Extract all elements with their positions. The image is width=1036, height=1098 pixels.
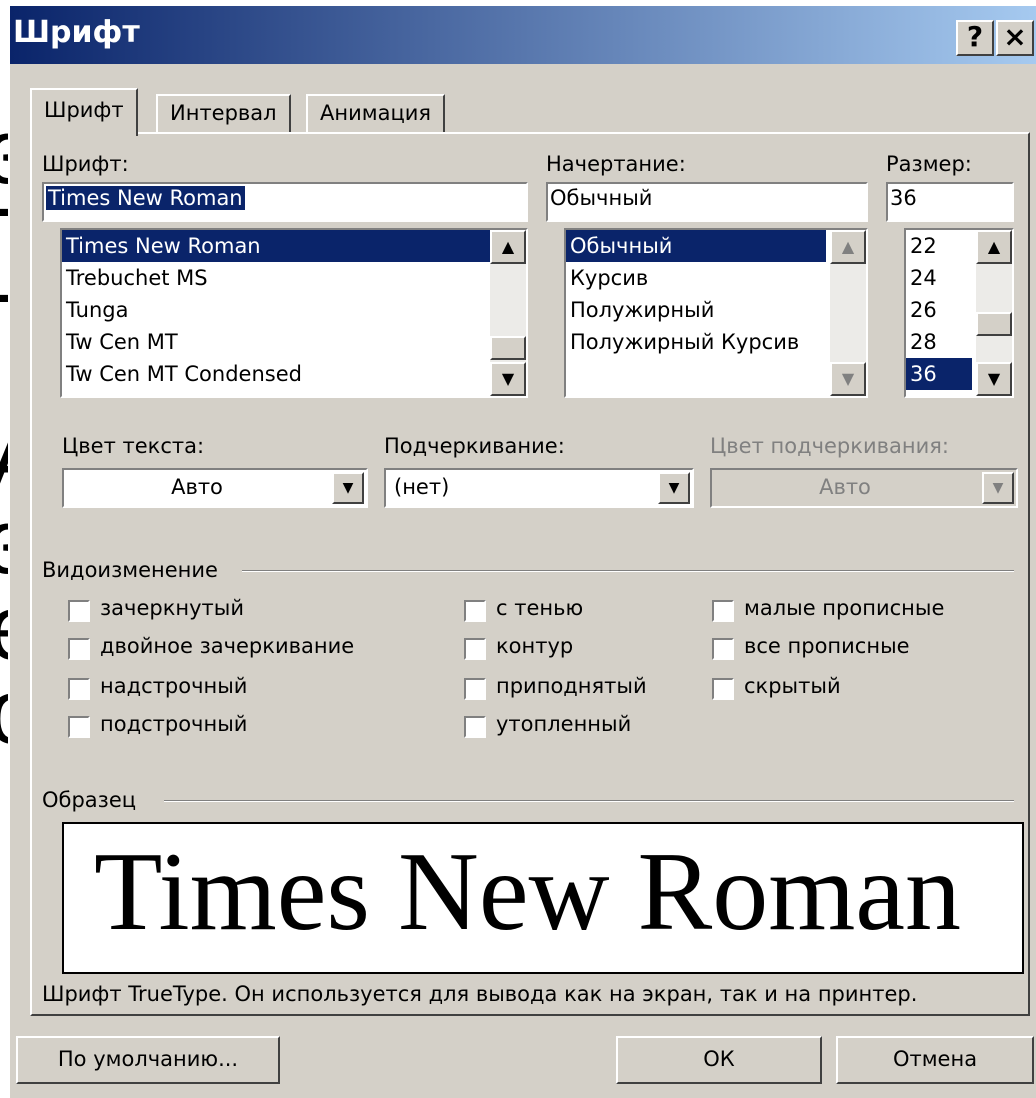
list-item[interactable]: Обычный [566, 230, 826, 262]
sample-title: Образец [42, 788, 137, 812]
tab-label: Анимация [320, 101, 432, 125]
strikethrough-label: зачеркнутый [100, 596, 244, 620]
hidden-label: скрытый [744, 674, 841, 698]
tab-label: Интервал [170, 101, 277, 125]
text-color-value: Авто [171, 475, 223, 499]
size-list[interactable]: 22 24 26 28 36 ▲ ▼ [904, 228, 1014, 398]
scroll-thumb[interactable] [976, 312, 1012, 336]
size-value: 36 [890, 186, 917, 210]
tab-label: Шрифт [44, 98, 124, 122]
font-label: Шрифт: [42, 152, 129, 176]
superscript-checkbox[interactable] [68, 678, 90, 700]
subscript-checkbox[interactable] [68, 716, 90, 738]
list-item[interactable]: Курсив [566, 262, 866, 294]
all-caps-label: все прописные [744, 634, 910, 658]
style-input[interactable]: Обычный [546, 182, 868, 222]
text-color-select[interactable]: Авто ▼ [62, 468, 368, 508]
list-item[interactable]: Tw Cen MT [62, 326, 526, 358]
double-strikethrough-checkbox[interactable] [68, 638, 90, 660]
hidden-checkbox[interactable] [712, 678, 734, 700]
superscript-label: надстрочный [100, 674, 248, 698]
text-color-label: Цвет текста: [62, 434, 205, 458]
list-item[interactable]: Полужирный Курсив [566, 326, 866, 358]
emboss-checkbox[interactable] [464, 678, 486, 700]
style-label: Начертание: [546, 152, 686, 176]
shadow-label: с тенью [496, 596, 584, 620]
list-item[interactable]: Полужирный [566, 294, 866, 326]
scroll-thumb[interactable] [490, 336, 526, 360]
underline-color-value: Авто [819, 475, 871, 499]
font-preview: Times New Roman [62, 822, 1024, 974]
chevron-down-icon[interactable]: ▼ [332, 472, 364, 504]
emboss-label: приподнятый [496, 674, 647, 698]
help-button[interactable]: ? [956, 20, 994, 56]
size-input[interactable]: 36 [886, 182, 1014, 222]
style-list-scrollbar: ▲ ▼ [830, 230, 866, 396]
engrave-checkbox[interactable] [464, 716, 486, 738]
title-bar[interactable]: Шрифт ? × [10, 6, 1036, 64]
small-caps-checkbox[interactable] [712, 600, 734, 622]
small-caps-label: малые прописные [744, 596, 945, 620]
outline-checkbox[interactable] [464, 638, 486, 660]
window-title: Шрифт [13, 15, 140, 50]
list-item[interactable]: 36 [906, 358, 972, 390]
underline-color-label: Цвет подчеркивания: [710, 434, 949, 458]
font-list-scrollbar[interactable]: ▲ ▼ [490, 230, 526, 396]
font-dialog: Шрифт ? × Шрифт Интервал Анимация Шрифт:… [8, 4, 1036, 1098]
list-item[interactable]: Trebuchet MS [62, 262, 526, 294]
scroll-up-icon[interactable]: ▲ [490, 230, 526, 264]
underline-label: Подчеркивание: [384, 434, 565, 458]
size-label: Размер: [886, 152, 972, 176]
cancel-button[interactable]: Отмена [836, 1036, 1034, 1084]
preview-text: Times New Roman [94, 830, 962, 954]
list-item[interactable]: Tw Cen MT Condensed [62, 358, 526, 390]
strikethrough-checkbox[interactable] [68, 600, 90, 622]
style-list[interactable]: Обычный Курсив Полужирный Полужирный Кур… [564, 228, 868, 398]
default-button[interactable]: По умолчанию... [16, 1036, 280, 1084]
outline-label: контур [496, 634, 574, 658]
effects-divider [242, 570, 1014, 572]
sample-divider [164, 800, 1014, 802]
underline-value: (нет) [394, 475, 450, 499]
scroll-down-icon[interactable]: ▼ [976, 362, 1012, 396]
scroll-up-icon[interactable]: ▲ [976, 230, 1012, 264]
close-button[interactable]: × [996, 20, 1034, 56]
font-name-input[interactable]: Times New Roman [42, 182, 528, 222]
all-caps-checkbox[interactable] [712, 638, 734, 660]
engrave-label: утопленный [496, 712, 632, 736]
scroll-down-icon[interactable]: ▼ [490, 362, 526, 396]
font-name-value: Times New Roman [46, 186, 245, 210]
chevron-down-icon: ▼ [982, 472, 1014, 504]
font-list[interactable]: Times New Roman Trebuchet MS Tunga Tw Ce… [60, 228, 528, 398]
double-strikethrough-label: двойное зачеркивание [100, 634, 355, 658]
effects-title: Видоизменение [42, 558, 218, 582]
tab-font[interactable]: Шрифт [30, 88, 138, 136]
chevron-down-icon[interactable]: ▼ [658, 472, 690, 504]
font-description: Шрифт TrueType. Он используется для выво… [42, 982, 918, 1006]
shadow-checkbox[interactable] [464, 600, 486, 622]
ok-button[interactable]: ОК [616, 1036, 822, 1084]
underline-select[interactable]: (нет) ▼ [384, 468, 694, 508]
style-value: Обычный [550, 186, 653, 210]
subscript-label: подстрочный [100, 712, 248, 736]
scroll-up-icon: ▲ [830, 230, 866, 264]
scroll-down-icon: ▼ [830, 362, 866, 396]
underline-color-select: Авто ▼ [710, 468, 1018, 508]
list-item[interactable]: Tunga [62, 294, 526, 326]
tab-animation[interactable]: Анимация [306, 94, 446, 134]
tab-spacing[interactable]: Интервал [156, 94, 291, 134]
list-item[interactable]: Times New Roman [62, 230, 526, 262]
size-list-scrollbar[interactable]: ▲ ▼ [976, 230, 1012, 396]
